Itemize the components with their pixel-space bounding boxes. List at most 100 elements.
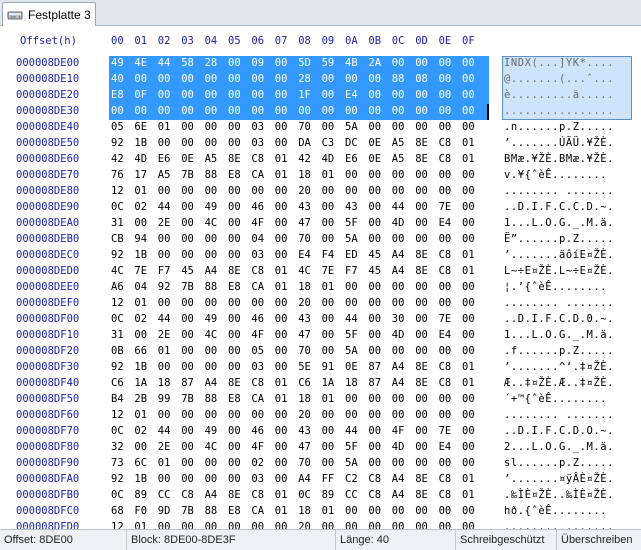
hex-byte[interactable]: F7	[158, 265, 179, 277]
hex-byte[interactable]: 00	[275, 249, 296, 261]
row-text[interactable]: ’.......¤ÿÂÈ¤ŽÈ.	[504, 473, 614, 485]
hex-byte[interactable]: 00	[228, 329, 249, 341]
hex-byte[interactable]: 03	[251, 249, 272, 261]
hex-byte[interactable]: 00	[462, 457, 483, 469]
hex-byte[interactable]: 0E	[181, 153, 202, 165]
hex-byte[interactable]: 4C	[298, 265, 319, 277]
row-text[interactable]: .n......p.Z.....	[504, 121, 614, 133]
hex-byte[interactable]: 00	[275, 89, 296, 101]
hex-byte[interactable]: 8E	[415, 473, 436, 485]
hex-byte[interactable]: 4D	[134, 153, 155, 165]
hex-byte[interactable]: 00	[205, 345, 226, 357]
hex-byte[interactable]: 0B	[111, 345, 132, 357]
hex-byte[interactable]: 44	[345, 313, 366, 325]
hex-byte[interactable]: 00	[158, 297, 179, 309]
hex-byte[interactable]: 58	[181, 57, 202, 69]
hex-byte[interactable]: 46	[251, 313, 272, 325]
hex-byte[interactable]: 00	[275, 441, 296, 453]
hex-byte[interactable]: 00	[439, 89, 460, 101]
hex-byte[interactable]: 00	[462, 73, 483, 85]
hex-byte[interactable]: 31	[111, 217, 132, 229]
hex-byte[interactable]: 0C	[298, 489, 319, 501]
hex-byte[interactable]: 00	[134, 441, 155, 453]
hex-byte[interactable]: 2E	[158, 329, 179, 341]
row-text[interactable]: sl......p.Z.....	[504, 457, 614, 469]
hex-byte[interactable]: 00	[228, 361, 249, 373]
hex-byte[interactable]: 44	[158, 313, 179, 325]
hex-byte[interactable]: 00	[205, 473, 226, 485]
hex-byte[interactable]: 00	[181, 345, 202, 357]
hex-byte[interactable]: 2A	[368, 57, 389, 69]
hex-byte[interactable]: 46	[251, 425, 272, 437]
hex-byte[interactable]: 01	[462, 249, 483, 261]
hex-byte[interactable]: 70	[298, 457, 319, 469]
hex-byte[interactable]: 00	[368, 329, 389, 341]
hex-byte[interactable]: 00	[158, 233, 179, 245]
hex-byte[interactable]: 68	[111, 505, 132, 517]
hex-byte[interactable]: 0E	[368, 137, 389, 149]
hex-byte[interactable]: 00	[228, 313, 249, 325]
hex-byte[interactable]: 00	[275, 361, 296, 373]
hex-byte[interactable]: 01	[275, 393, 296, 405]
hex-byte[interactable]: 8E	[415, 249, 436, 261]
hex-byte[interactable]: 00	[439, 521, 460, 529]
hex-byte[interactable]: 00	[181, 441, 202, 453]
row-text[interactable]: hð.{ˆèÊ........	[504, 505, 607, 517]
hex-byte[interactable]: 47	[298, 441, 319, 453]
hex-byte[interactable]: A4	[392, 249, 413, 261]
hex-byte[interactable]: E6	[158, 153, 179, 165]
hex-byte[interactable]: 05	[111, 121, 132, 133]
hex-byte[interactable]: C8	[251, 377, 272, 389]
hex-byte[interactable]: E8	[228, 281, 249, 293]
hex-byte[interactable]: 01	[462, 153, 483, 165]
hex-byte[interactable]: 00	[368, 345, 389, 357]
hex-byte[interactable]: 88	[392, 73, 413, 85]
hex-byte[interactable]: 4E	[134, 57, 155, 69]
hex-row[interactable]: 000008DE20 E8 0F 00 00 00 00 00 00 1F 00 E4 00 00 00 00…	[0, 88, 641, 104]
hex-byte[interactable]: 05	[251, 345, 272, 357]
hex-byte[interactable]: 00	[275, 105, 296, 117]
hex-byte[interactable]: 00	[158, 105, 179, 117]
hex-byte[interactable]: 88	[205, 281, 226, 293]
hex-byte[interactable]: C8	[439, 249, 460, 261]
hex-byte[interactable]: 1A	[134, 377, 155, 389]
row-text[interactable]: L~÷E¤ŽÈ.L~÷E¤ŽÈ.	[504, 265, 614, 277]
row-text[interactable]: .‰ÌÈ¤ŽÈ..‰ÌÈ¤ŽÈ.	[504, 489, 614, 501]
hex-byte[interactable]: 00	[439, 393, 460, 405]
hex-byte[interactable]: 00	[392, 409, 413, 421]
hex-byte[interactable]: 00	[322, 521, 343, 529]
hex-byte[interactable]: CA	[251, 393, 272, 405]
hex-byte[interactable]: 00	[368, 121, 389, 133]
hex-byte[interactable]: 00	[415, 57, 436, 69]
hex-byte[interactable]: 02	[134, 313, 155, 325]
hex-byte[interactable]: 00	[415, 169, 436, 181]
hex-byte[interactable]: 00	[439, 345, 460, 357]
hex-byte[interactable]: 00	[205, 297, 226, 309]
hex-row[interactable]: 000008DEF0 12 01 00 00 00 00 00 00 20 00 00 00 00 00 00…	[0, 296, 641, 312]
hex-byte[interactable]: 00	[392, 233, 413, 245]
hex-byte[interactable]: 00	[228, 137, 249, 149]
hex-byte[interactable]: 00	[462, 505, 483, 517]
hex-byte[interactable]: 00	[345, 169, 366, 181]
row-text[interactable]: 1...L.O.G._.M.ä.	[504, 329, 614, 341]
hex-byte[interactable]: 43	[345, 201, 366, 213]
hex-byte[interactable]: 00	[275, 329, 296, 341]
hex-byte[interactable]: 00	[251, 185, 272, 197]
hex-byte[interactable]: 20	[298, 297, 319, 309]
hex-byte[interactable]: 5A	[345, 233, 366, 245]
row-text[interactable]: ................	[504, 105, 614, 117]
hex-byte[interactable]: 00	[275, 521, 296, 529]
hex-byte[interactable]: 01	[322, 281, 343, 293]
hex-byte[interactable]: 00	[298, 105, 319, 117]
hex-byte[interactable]: A4	[392, 489, 413, 501]
hex-byte[interactable]: 70	[298, 233, 319, 245]
hex-byte[interactable]: 01	[158, 345, 179, 357]
hex-byte[interactable]: 01	[134, 409, 155, 421]
hex-byte[interactable]: 4F	[392, 425, 413, 437]
hex-byte[interactable]: 00	[111, 105, 132, 117]
row-text[interactable]: ........ .......	[504, 521, 614, 529]
hex-byte[interactable]: 04	[134, 281, 155, 293]
hex-row[interactable]: 000008DF30 92 1B 00 00 00 00 03 00 5E 91 0E 87 A4 8E C8…	[0, 360, 641, 376]
hex-byte[interactable]: 00	[439, 457, 460, 469]
hex-byte[interactable]: 00	[205, 105, 226, 117]
